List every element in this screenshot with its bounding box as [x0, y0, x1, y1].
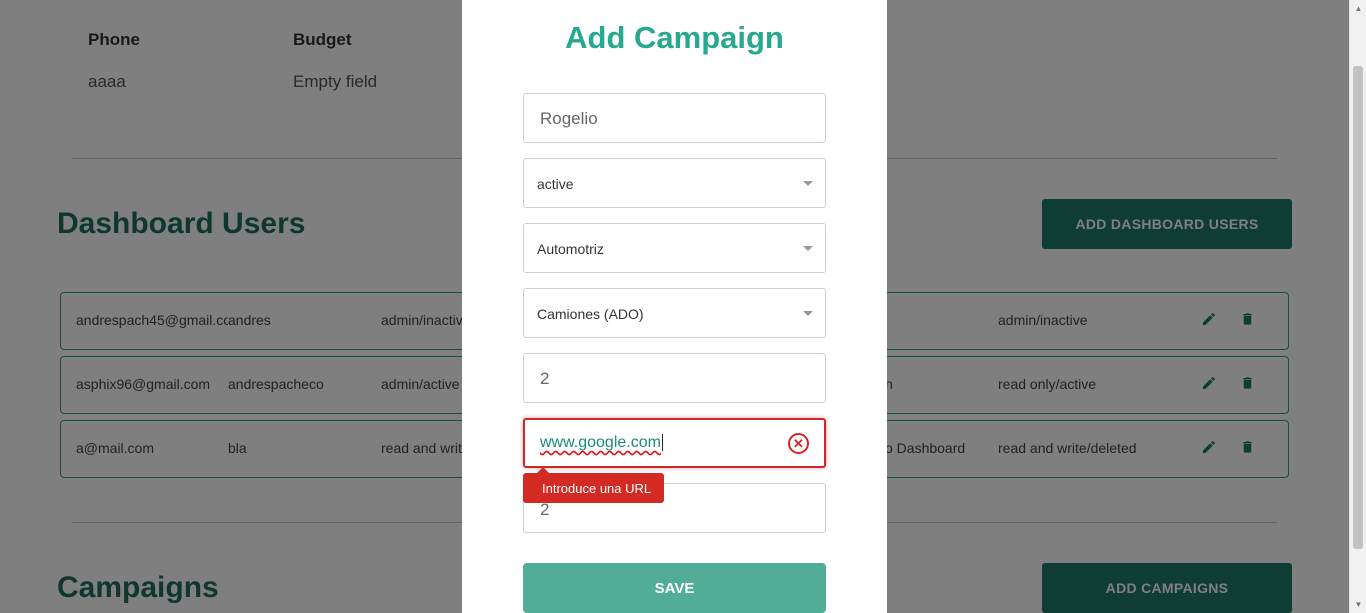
number-input[interactable]: 2: [523, 353, 826, 403]
scroll-up-arrow-icon[interactable]: ▲: [1350, 0, 1366, 17]
chevron-down-icon: [803, 246, 813, 251]
url-input-value: www.google.com: [540, 434, 663, 452]
url-validation-tooltip: Introduce una URL: [523, 467, 664, 503]
category-select-value: Automotriz: [537, 241, 604, 257]
second-number-value: 2: [540, 500, 550, 519]
modal-title: Add Campaign: [565, 20, 784, 55]
scroll-down-arrow-icon[interactable]: ▼: [1350, 596, 1366, 613]
campaign-name-input[interactable]: Rogelio: [523, 93, 826, 143]
chevron-down-icon: [803, 311, 813, 316]
status-select[interactable]: active: [523, 158, 826, 208]
add-campaign-modal: Add Campaign Rogelio active Automotriz C…: [462, 0, 887, 613]
save-button[interactable]: SAVE: [523, 563, 826, 613]
client-select[interactable]: Camiones (ADO): [523, 288, 826, 338]
campaign-name-value: Rogelio: [540, 109, 598, 128]
chevron-down-icon: [803, 181, 813, 186]
page-scrollbar[interactable]: ▲ ▼: [1349, 0, 1366, 613]
client-select-value: Camiones (ADO): [537, 306, 644, 322]
category-select[interactable]: Automotriz: [523, 223, 826, 273]
url-input[interactable]: www.google.com ✕: [523, 418, 826, 468]
number-input-value: 2: [540, 369, 550, 388]
text-caret: [661, 434, 663, 452]
scrollbar-thumb[interactable]: [1353, 66, 1363, 549]
status-select-value: active: [537, 176, 574, 192]
error-circle-x-icon[interactable]: ✕: [788, 433, 809, 454]
